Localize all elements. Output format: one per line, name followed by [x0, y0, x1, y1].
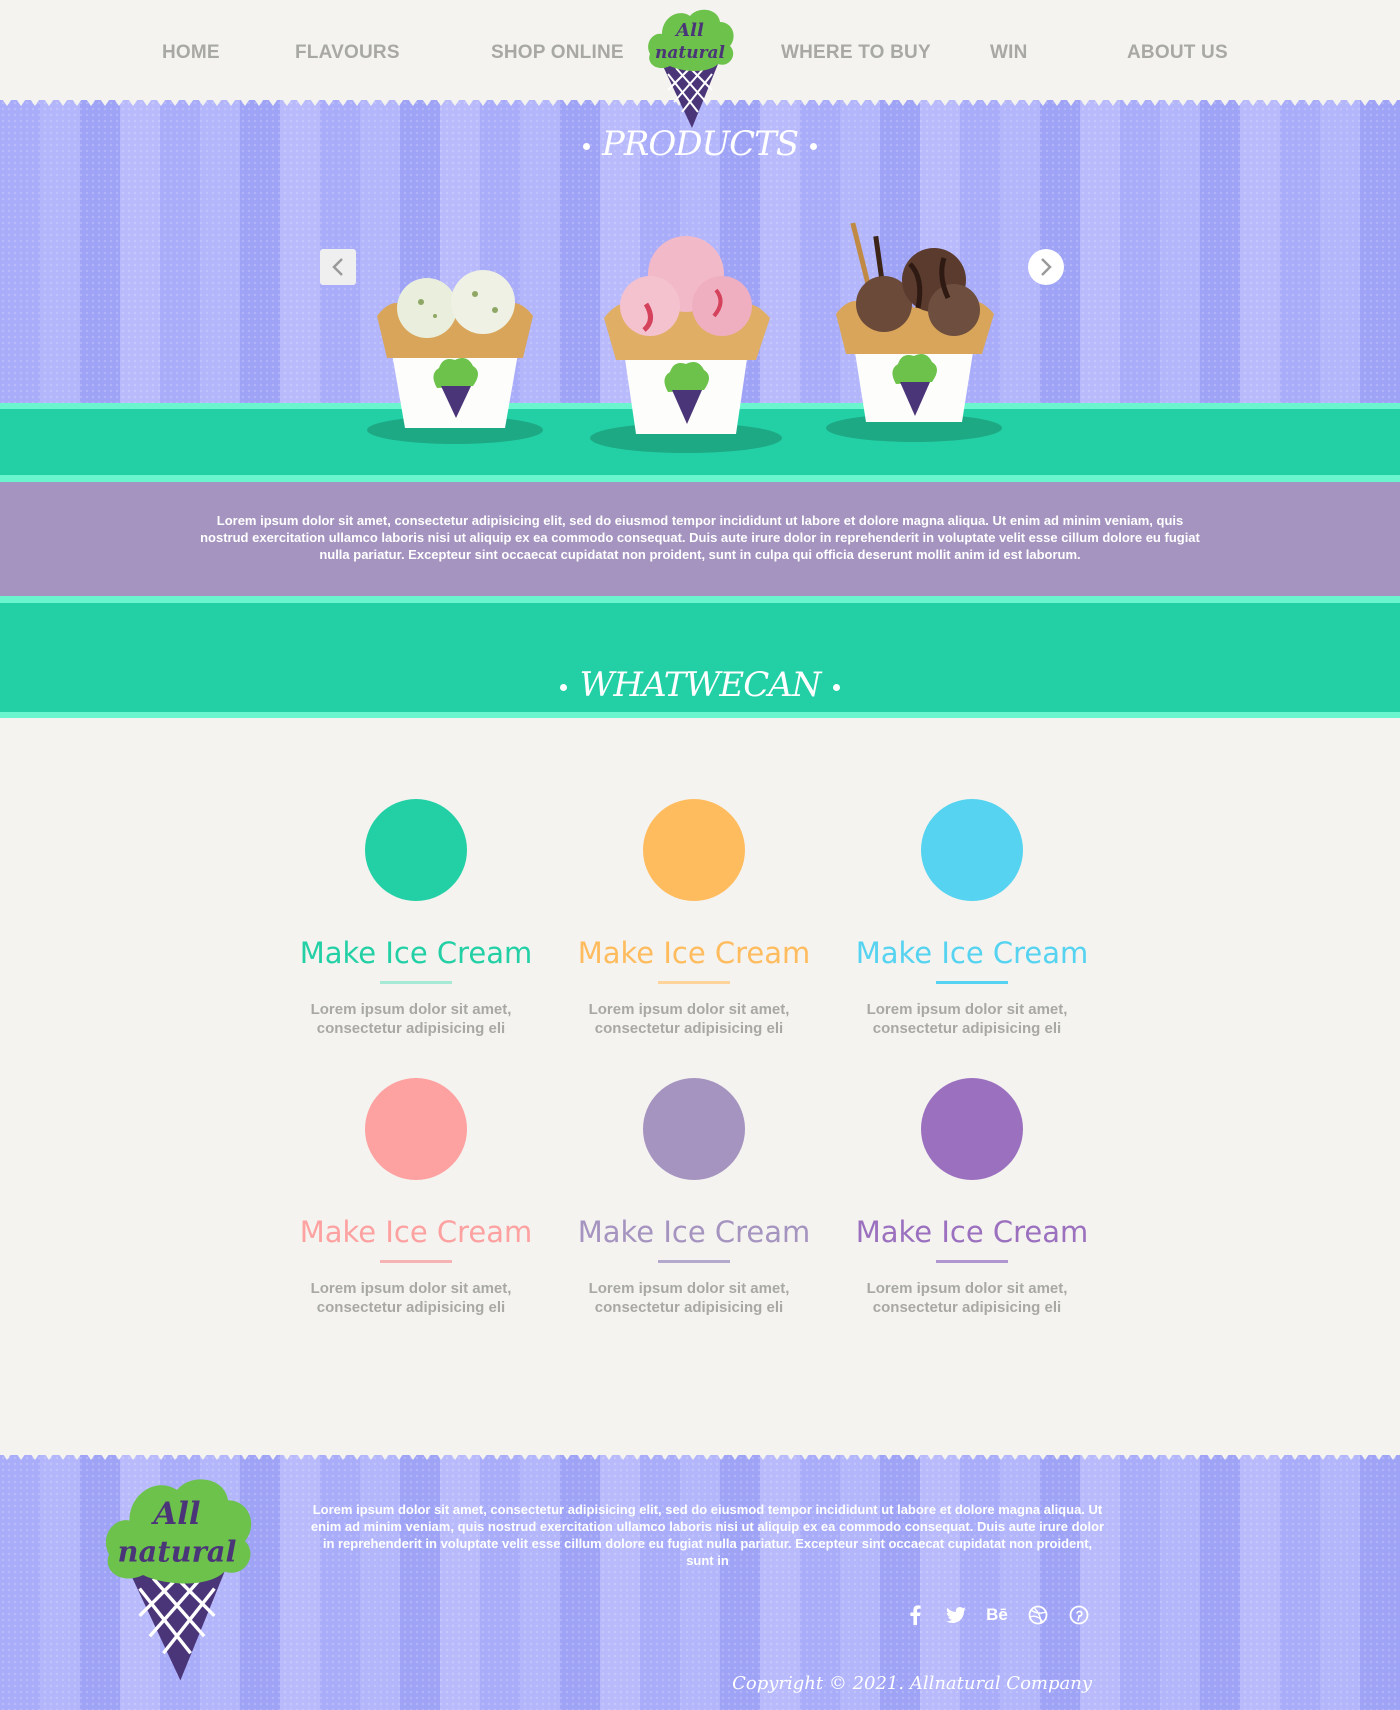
nav-flavours[interactable]: FLAVOURS — [295, 42, 400, 64]
carousel-next-button[interactable] — [1028, 249, 1064, 285]
feature-text: Lorem ipsum dolor sit amet, consectetur … — [310, 1280, 512, 1316]
feature-underline — [380, 1260, 452, 1263]
product-strawberry-cup[interactable] — [586, 220, 786, 465]
brand-logo[interactable]: All natural — [640, 2, 740, 130]
title-dot-icon — [582, 142, 590, 150]
title-dot-icon — [810, 142, 818, 150]
feature-text: Lorem ipsum dolor sit amet, consectetur … — [866, 1280, 1068, 1316]
pinterest-icon — [1069, 1605, 1089, 1625]
band-highlight — [0, 712, 1400, 718]
intro-section: Lorem ipsum dolor sit amet, consectetur … — [0, 482, 1400, 596]
feature-title: Make Ice Cream — [855, 936, 1089, 970]
title-dot-icon — [832, 683, 840, 691]
feature-title: Make Ice Cream — [577, 1215, 811, 1249]
behance-icon: Bē — [986, 1605, 1008, 1624]
feature-text: Lorem ipsum dolor sit amet, consectetur … — [866, 1001, 1068, 1037]
feature-circle-icon — [365, 799, 467, 901]
features-title-text: WHATWECAN — [579, 665, 821, 705]
chocolate-ice-cream-image — [826, 222, 1002, 442]
chevron-right-icon — [1041, 258, 1052, 276]
footer: All natural Lorem ipsum dolor sit amet, … — [0, 1455, 1400, 1710]
zigzag-divider — [0, 1450, 1400, 1460]
feature-circle-icon — [921, 799, 1023, 901]
carousel-prev-button[interactable] — [320, 249, 356, 285]
feature-title: Make Ice Cream — [577, 936, 811, 970]
nav-about-us[interactable]: ABOUT US — [1127, 42, 1228, 64]
dribbble-link[interactable] — [1024, 1601, 1052, 1629]
nav-win[interactable]: WIN — [990, 42, 1028, 64]
nav-shop-online[interactable]: SHOP ONLINE — [491, 42, 624, 64]
facebook-link[interactable] — [901, 1601, 929, 1629]
footer-text: Lorem ipsum dolor sit amet, consectetur … — [310, 1502, 1105, 1568]
nav-where-to-buy[interactable]: WHERE TO BUY — [781, 42, 931, 64]
feature-text: Lorem ipsum dolor sit amet, consectetur … — [588, 1280, 790, 1316]
feature-underline — [936, 1260, 1008, 1263]
twitter-icon — [946, 1607, 966, 1623]
feature-title: Make Ice Cream — [855, 1215, 1089, 1249]
features-heading: WHATWECAN — [0, 665, 1400, 705]
product-pistachio-cup[interactable] — [355, 228, 555, 453]
behance-link[interactable]: Bē — [983, 1601, 1011, 1629]
feature-title: Make Ice Cream — [299, 936, 533, 970]
svg-text:All: All — [674, 20, 704, 41]
feature-circle-icon — [365, 1078, 467, 1180]
ice-cream-cone-logo-icon: All natural — [105, 1479, 252, 1681]
dribbble-icon — [1028, 1605, 1048, 1625]
intro-text: Lorem ipsum dolor sit amet, consectetur … — [200, 513, 1200, 562]
ice-cream-cone-logo-icon: All natural — [648, 9, 734, 128]
feature-underline — [936, 981, 1008, 984]
copyright-text: Copyright © 2021. Allnatural Company — [732, 1673, 1092, 1694]
footer-logo[interactable]: All natural — [92, 1465, 262, 1685]
feature-underline — [658, 981, 730, 984]
feature-circle-icon — [643, 799, 745, 901]
feature-text: Lorem ipsum dolor sit amet, consectetur … — [588, 1001, 790, 1037]
pinterest-link[interactable] — [1065, 1601, 1093, 1629]
feature-underline — [658, 1260, 730, 1263]
pistachio-ice-cream-image — [367, 270, 543, 444]
twitter-link[interactable] — [942, 1601, 970, 1629]
feature-underline — [380, 981, 452, 984]
title-dot-icon — [560, 683, 568, 691]
svg-text:natural: natural — [655, 43, 726, 63]
feature-circle-icon — [643, 1078, 745, 1180]
feature-text: Lorem ipsum dolor sit amet, consectetur … — [310, 1001, 512, 1037]
chevron-left-icon — [332, 258, 343, 276]
svg-text:natural: natural — [118, 1534, 237, 1568]
svg-text:All: All — [151, 1496, 201, 1532]
shelf-highlight — [0, 475, 1400, 482]
strawberry-ice-cream-image — [590, 236, 782, 453]
facebook-icon — [910, 1605, 921, 1625]
band-highlight — [0, 596, 1400, 603]
feature-circle-icon — [921, 1078, 1023, 1180]
feature-title: Make Ice Cream — [299, 1215, 533, 1249]
nav-home[interactable]: HOME — [162, 42, 220, 64]
product-chocolate-cup[interactable] — [814, 218, 1014, 449]
